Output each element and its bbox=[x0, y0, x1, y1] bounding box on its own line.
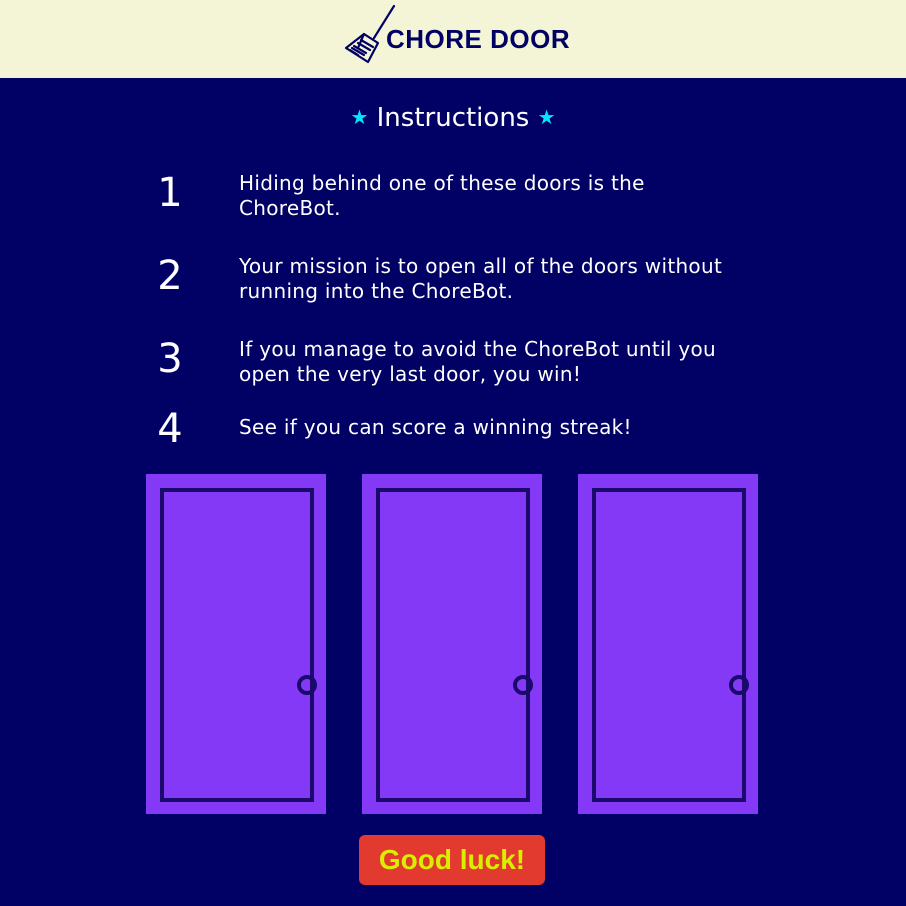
step-text: Hiding behind one of these doors is the … bbox=[239, 171, 645, 220]
step-number: 2 bbox=[157, 253, 183, 299]
door-knob bbox=[729, 675, 749, 695]
door-1[interactable] bbox=[146, 474, 326, 814]
step-number: 1 bbox=[157, 170, 183, 216]
start-button[interactable]: Good luck! bbox=[359, 835, 545, 885]
door-2[interactable] bbox=[362, 474, 542, 814]
star-icon: ★ bbox=[350, 105, 369, 129]
step-text: Your mission is to open all of the doors… bbox=[239, 254, 723, 303]
instructions-heading: ★ Instructions ★ bbox=[0, 100, 906, 135]
door-knob bbox=[297, 675, 317, 695]
step-number: 3 bbox=[157, 336, 183, 382]
step-number: 4 bbox=[157, 406, 183, 452]
header-bar: CHORE DOOR bbox=[0, 0, 906, 78]
star-icon: ★ bbox=[537, 105, 556, 129]
closed-door-icon bbox=[592, 488, 749, 802]
door-knob bbox=[513, 675, 533, 695]
brand-title: CHORE DOOR bbox=[386, 24, 571, 54]
closed-door-icon bbox=[160, 488, 317, 802]
step-text: If you manage to avoid the ChoreBot unti… bbox=[239, 337, 717, 386]
step-text: See if you can score a winning streak! bbox=[239, 415, 632, 439]
instructions-title: Instructions bbox=[376, 103, 530, 133]
closed-door-icon bbox=[376, 488, 533, 802]
door-3[interactable] bbox=[578, 474, 758, 814]
